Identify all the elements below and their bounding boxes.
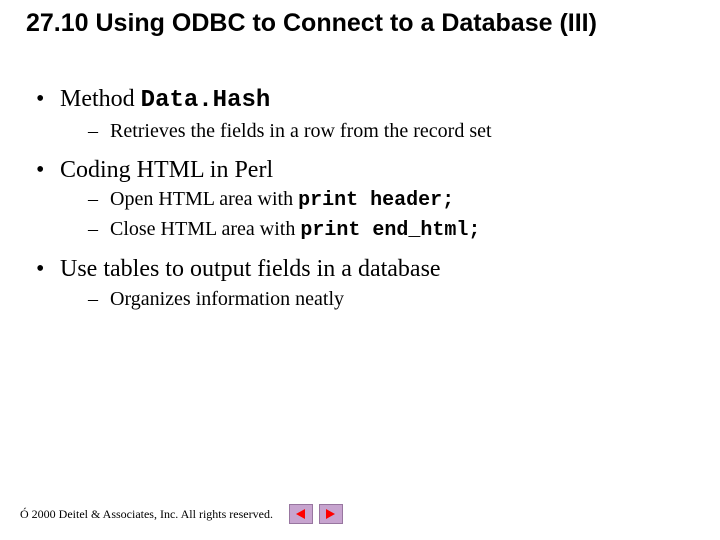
- bullet-1-code: Data.Hash: [141, 87, 271, 114]
- content-area: Method Data.Hash Retrieves the fields in…: [36, 84, 690, 323]
- nav-next-button[interactable]: [319, 504, 343, 524]
- nav-buttons: [289, 504, 343, 524]
- bullet-3: Use tables to output fields in a databas…: [36, 254, 690, 285]
- footer: Ó 2000 Deitel & Associates, Inc. All rig…: [20, 504, 343, 524]
- bullet-2-sub-2: Close HTML area with print end_html;: [88, 216, 690, 244]
- bullet-3-sub-1: Organizes information neatly: [88, 286, 690, 313]
- bullet-list: Method Data.Hash Retrieves the fields in…: [36, 84, 690, 313]
- bullet-2-subwrap: Open HTML area with print header; Close …: [36, 186, 690, 244]
- bullet-1-pre: Method: [60, 86, 141, 112]
- bullet-1: Method Data.Hash Retrieves the fields in…: [36, 84, 690, 145]
- page-title: 27.10 Using ODBC to Connect to a Databas…: [26, 8, 700, 39]
- bullet-2-sub-2-code: print end_html;: [300, 219, 480, 242]
- bullet-1-sub-1: Retrieves the fields in a row from the r…: [88, 118, 690, 145]
- bullet-2-sub-2-pre: Close HTML area with: [110, 218, 300, 240]
- bullet-2-sub-1: Open HTML area with print header;: [88, 186, 690, 214]
- bullet-3-subwrap: Organizes information neatly: [36, 286, 690, 313]
- bullet-2-sublist: Open HTML area with print header; Close …: [36, 186, 690, 244]
- bullet-2-sub-1-code: print header;: [298, 189, 454, 212]
- bullet-2: Coding HTML in Perl: [36, 155, 690, 186]
- slide: 27.10 Using ODBC to Connect to a Databas…: [0, 0, 720, 540]
- bullet-2-sub-1-pre: Open HTML area with: [110, 188, 298, 210]
- bullet-3-sublist: Organizes information neatly: [36, 286, 690, 313]
- chevron-left-icon: [296, 509, 305, 519]
- copyright-text: Ó 2000 Deitel & Associates, Inc. All rig…: [20, 507, 273, 522]
- bullet-1-sublist: Retrieves the fields in a row from the r…: [60, 118, 690, 145]
- chevron-right-icon: [326, 509, 335, 519]
- nav-prev-button[interactable]: [289, 504, 313, 524]
